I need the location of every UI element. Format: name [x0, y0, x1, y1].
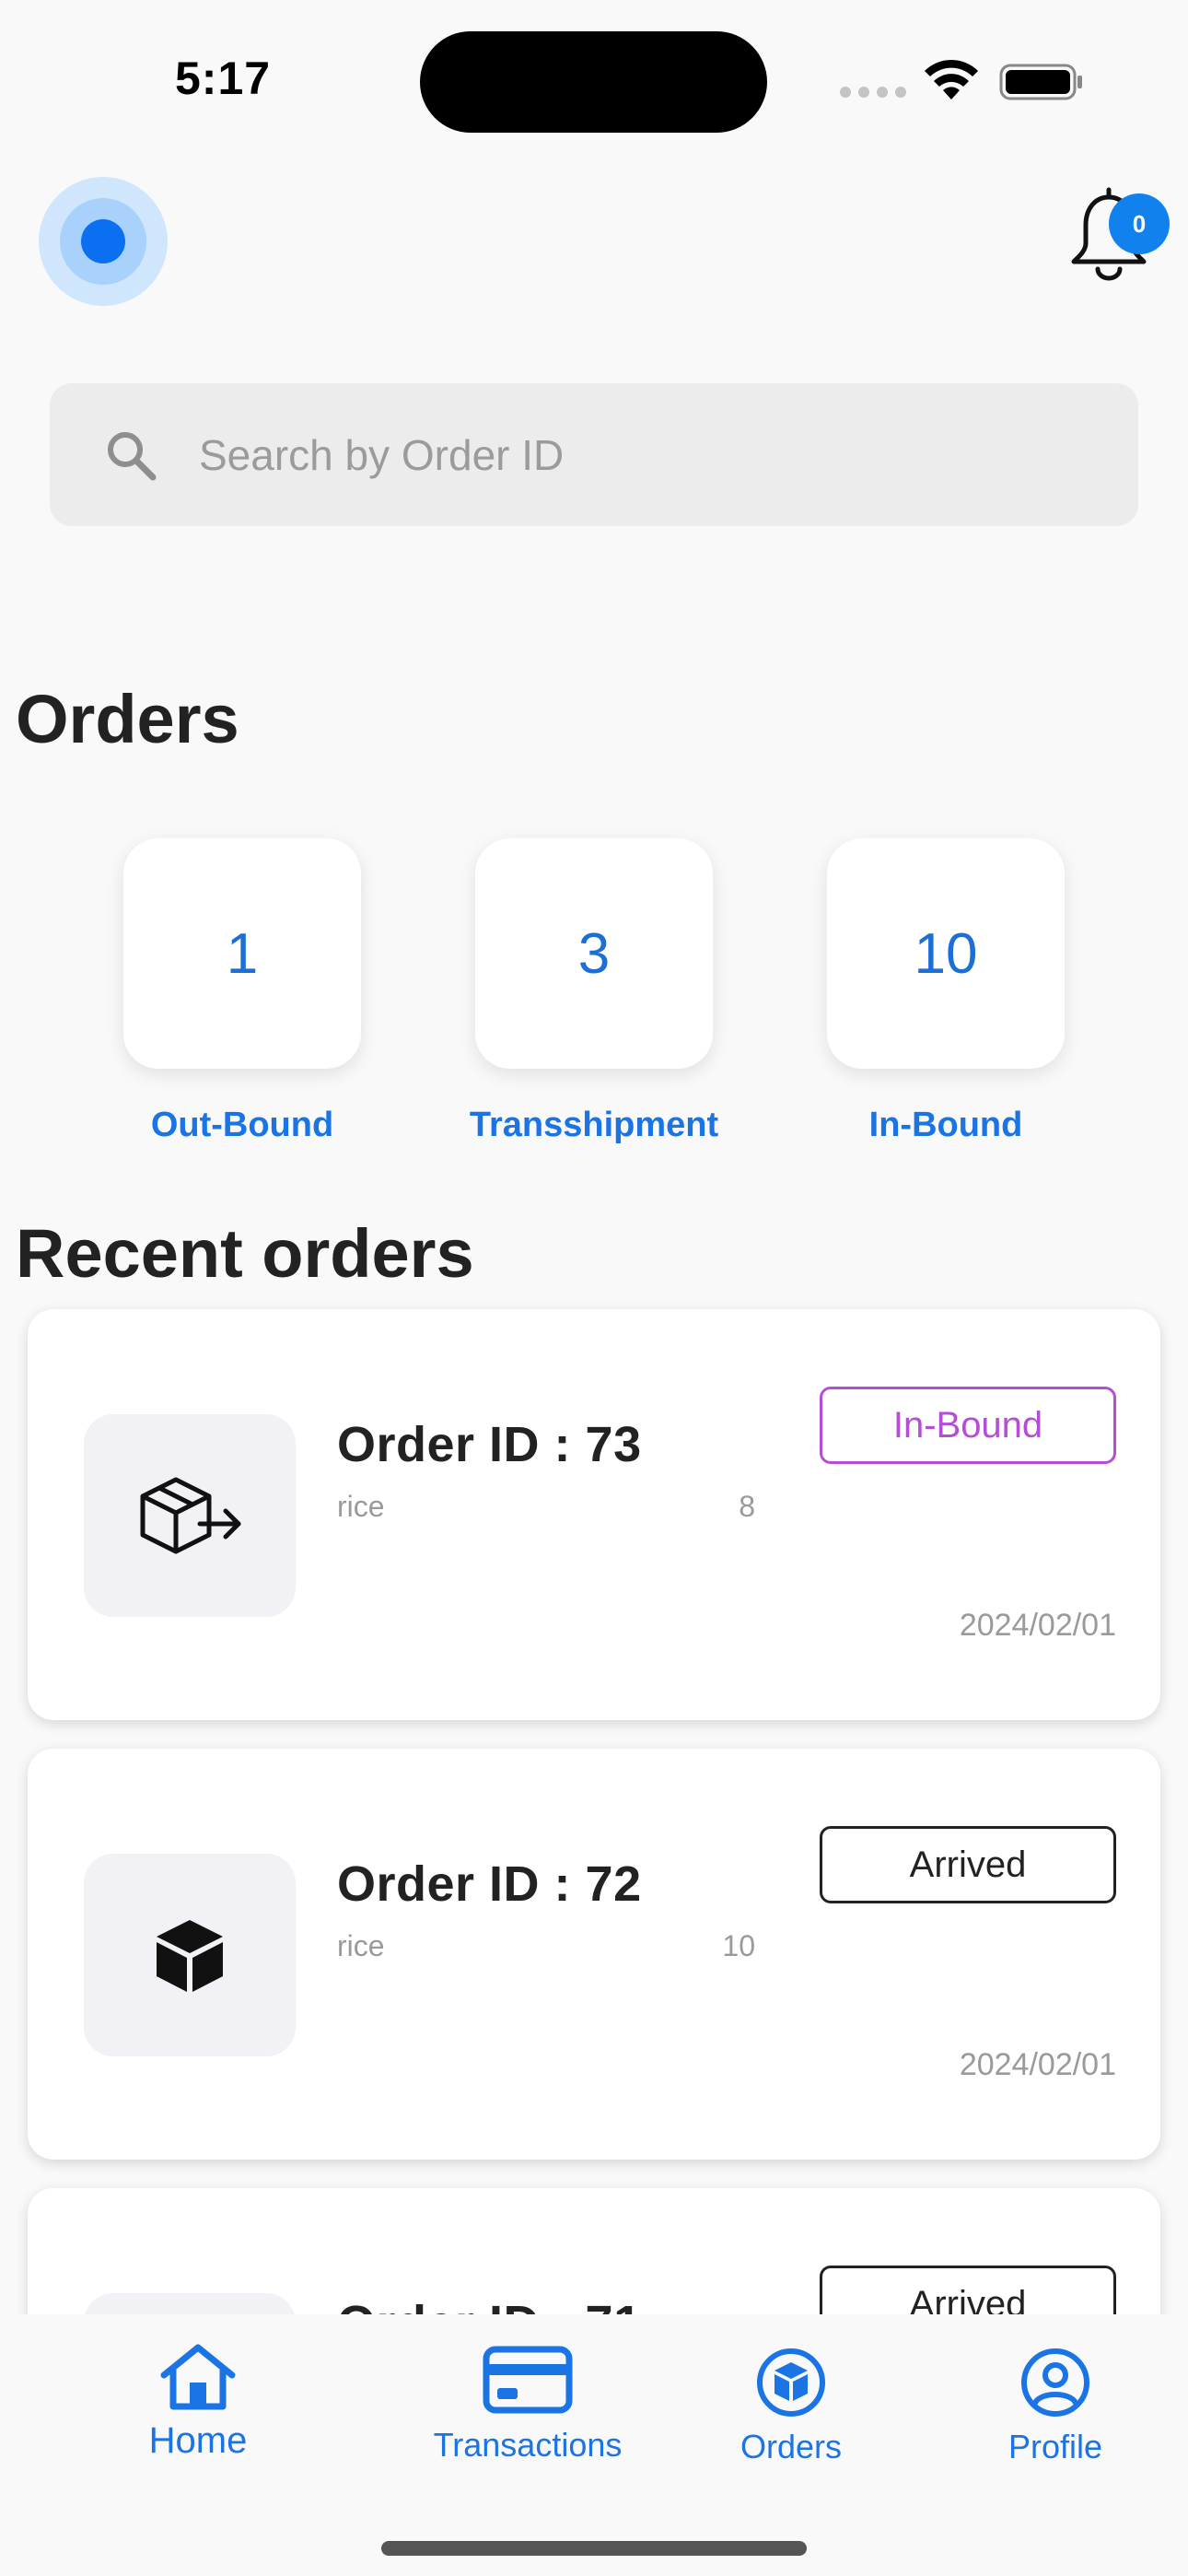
nav-home[interactable]: Home: [129, 2342, 267, 2462]
wifi-icon: [925, 59, 978, 100]
nav-home-label: Home: [148, 2420, 248, 2461]
search-icon: [108, 431, 157, 480]
inbound-label: In-Bound: [868, 1106, 1023, 1144]
cellular-signal-icon: [840, 87, 906, 98]
inbound-count: 10: [914, 921, 978, 986]
order-id: Order ID : 72: [337, 1856, 642, 1912]
status-time: 5:17: [175, 53, 272, 104]
outbound-label: Out-Bound: [150, 1106, 334, 1144]
card-icon: [483, 2346, 573, 2414]
box-outbound-icon: [140, 1477, 241, 1554]
profile-icon: [1021, 2348, 1089, 2417]
orders-heading: Orders: [16, 681, 239, 757]
recent-orders-heading: Recent orders: [16, 1215, 474, 1292]
home-indicator[interactable]: [381, 2541, 807, 2556]
transshipment-count: 3: [577, 921, 611, 986]
nav-transactions-label: Transactions: [433, 2426, 623, 2464]
order-icon-box: [84, 1854, 296, 2056]
outbound-count: 1: [226, 921, 259, 986]
transshipment-count-card[interactable]: 3: [475, 838, 713, 1069]
home-icon: [160, 2344, 236, 2410]
order-card[interactable]: Order ID : 73 rice 8 In-Bound 2024/02/01: [28, 1309, 1160, 1720]
order-date: 2024/02/01: [959, 2047, 1116, 2082]
dynamic-island: [420, 31, 767, 133]
nav-orders[interactable]: Orders: [726, 2348, 856, 2466]
order-date: 2024/02/01: [959, 1608, 1116, 1643]
nav-profile[interactable]: Profile: [1000, 2348, 1111, 2466]
search-bar[interactable]: [50, 383, 1138, 526]
live-status-indicator[interactable]: [39, 177, 168, 306]
outbound-count-card[interactable]: 1: [123, 838, 361, 1069]
battery-icon: [999, 64, 1082, 100]
order-product: rice: [337, 1490, 385, 1523]
package-icon: [157, 1920, 223, 1992]
home-screen: 5:17 0 Orders 1 3 10 Out-Bound Transship…: [0, 0, 1188, 2576]
orders-box-icon: [757, 2348, 825, 2417]
bottom-navigation: Home Transactions Orders Profile: [0, 2314, 1188, 2576]
status-badge: Arrived: [820, 1826, 1116, 1903]
order-product: rice: [337, 1929, 385, 1962]
nav-orders-label: Orders: [740, 2428, 843, 2465]
order-id: Order ID : 73: [337, 1417, 642, 1472]
order-quantity: 8: [739, 1490, 755, 1523]
order-icon-box: [84, 1414, 296, 1617]
order-quantity: 10: [722, 1929, 755, 1962]
nav-profile-label: Profile: [1007, 2428, 1103, 2465]
search-input[interactable]: [199, 429, 1028, 480]
order-card[interactable]: Order ID : 72 rice 10 Arrived 2024/02/01: [28, 1749, 1160, 2160]
status-badge: In-Bound: [820, 1387, 1116, 1464]
notification-count-badge: 0: [1109, 193, 1170, 254]
nav-transactions[interactable]: Transactions: [425, 2346, 630, 2465]
inbound-count-card[interactable]: 10: [827, 838, 1065, 1069]
transshipment-label: Transshipment: [469, 1106, 719, 1144]
